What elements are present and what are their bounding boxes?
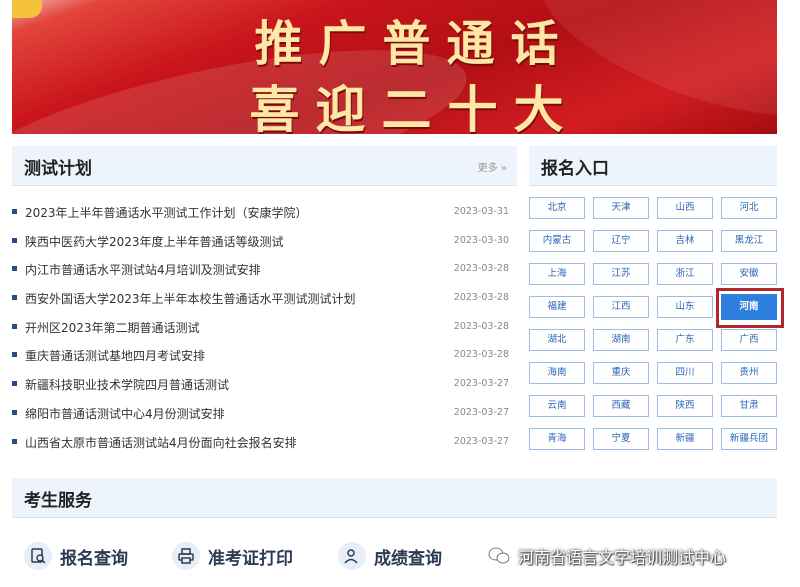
news-date: 2023-03-27 (453, 435, 509, 447)
news-date: 2023-03-28 (453, 349, 509, 361)
news-date: 2023-03-27 (453, 406, 509, 418)
province-button[interactable]: 江苏 (593, 263, 649, 285)
news-item[interactable]: 开州区2023年第二期普通话测试 2023-03-28 (12, 313, 517, 342)
province-button[interactable]: 甘肃 (721, 395, 777, 417)
province-button[interactable]: 广西 (721, 329, 777, 351)
province-button[interactable]: 北京 (529, 197, 585, 219)
bullet-icon (12, 237, 17, 243)
news-date: 2023-03-31 (453, 206, 509, 217)
province-button[interactable]: 辽宁 (593, 230, 649, 252)
province-button[interactable]: 重庆 (593, 362, 649, 384)
bullet-icon (12, 323, 17, 329)
service-label: 准考证打印 (208, 548, 293, 569)
bullet-icon (12, 266, 17, 272)
province-button[interactable]: 湖北 (529, 329, 585, 351)
test-plan-header: 测试计划 更多 » (12, 146, 517, 186)
news-item[interactable]: 2023年上半年普通话水平测试工作计划（安康学院） 2023-03-31 (12, 198, 517, 227)
news-title[interactable]: 重庆普通话测试基地四月考试安排 (25, 347, 445, 364)
province-button[interactable]: 福建 (529, 296, 585, 318)
news-item[interactable]: 陕西中医药大学2023年度上半年普通话等级测试 2023-03-30 (12, 227, 517, 256)
province-button[interactable]: 新疆 (657, 428, 713, 450)
service-label: 报名查询 (60, 548, 128, 569)
province-button[interactable]: 黑龙江 (721, 230, 777, 252)
score-query-button[interactable]: 成绩查询 (338, 540, 442, 572)
news-item[interactable]: 重庆普通话测试基地四月考试安排 2023-03-28 (12, 341, 517, 370)
news-title[interactable]: 西安外国语大学2023年上半年本校生普通话水平测试测试计划 (25, 290, 445, 307)
news-title[interactable]: 开州区2023年第二期普通话测试 (25, 319, 445, 336)
news-date: 2023-03-30 (453, 234, 509, 246)
province-button[interactable]: 新疆兵团 (721, 428, 777, 450)
news-title[interactable]: 新疆科技职业技术学院四月普通话测试 (25, 376, 445, 393)
province-button[interactable]: 贵州 (721, 362, 777, 384)
more-link[interactable]: 更多 » (478, 159, 507, 174)
news-item[interactable]: 山西省太原市普通话测试站4月份面向社会报名安排 2023-03-27 (12, 428, 517, 457)
province-button[interactable]: 广东 (657, 329, 713, 351)
province-button[interactable]: 湖南 (593, 329, 649, 351)
news-item[interactable]: 西安外国语大学2023年上半年本校生普通话水平测试测试计划 2023-03-28 (12, 284, 517, 313)
services-title: 考生服务 (24, 491, 92, 511)
watermark-text: 河南省语言文字培训测试中心 (518, 548, 727, 567)
services-header: 考生服务 (12, 478, 777, 518)
news-title[interactable]: 内江市普通话水平测试站4月培训及测试安排 (25, 261, 445, 278)
wechat-icon (488, 547, 510, 564)
banner-slogan-line1: 推广普通话 (254, 16, 575, 72)
province-button[interactable]: 山东 (657, 296, 713, 318)
bullet-icon (12, 381, 17, 387)
province-button[interactable]: 山西 (657, 197, 713, 219)
province-button[interactable]: 吉林 (657, 230, 713, 252)
test-plan-title: 测试计划 (24, 159, 92, 179)
banner: 推广普通话 喜迎二十大 (12, 0, 777, 134)
news-item[interactable]: 新疆科技职业技术学院四月普通话测试 2023-03-27 (12, 370, 517, 399)
bullet-icon (12, 352, 17, 358)
bullet-icon (12, 209, 17, 214)
province-button[interactable]: 云南 (529, 395, 585, 417)
province-button[interactable]: 宁夏 (593, 428, 649, 450)
user-search-icon (338, 542, 366, 570)
province-button[interactable]: 陕西 (657, 395, 713, 417)
wechat-watermark: 河南省语言文字培训测试中心 (488, 544, 726, 568)
province-button[interactable]: 上海 (529, 263, 585, 285)
bullet-icon (12, 409, 17, 415)
banner-slogan-line2: 喜迎二十大 (249, 80, 580, 134)
search-doc-icon (24, 542, 52, 570)
news-title[interactable]: 山西省太原市普通话测试站4月份面向社会报名安排 (25, 434, 445, 451)
registration-query-button[interactable]: 报名查询 (24, 540, 128, 572)
province-button[interactable]: 河北 (721, 197, 777, 219)
province-button[interactable]: 江西 (593, 296, 649, 318)
news-title[interactable]: 2023年上半年普通话水平测试工作计划（安康学院） (25, 204, 445, 221)
province-button[interactable]: 青海 (529, 428, 585, 450)
province-button[interactable]: 四川 (657, 362, 713, 384)
news-item[interactable]: 内江市普通话水平测试站4月培训及测试安排 2023-03-28 (12, 255, 517, 284)
province-button[interactable]: 安徽 (721, 263, 777, 285)
registration-header: 报名入口 (529, 146, 777, 186)
province-button[interactable]: 西藏 (593, 395, 649, 417)
news-date: 2023-03-28 (453, 292, 509, 304)
news-date: 2023-03-28 (453, 320, 509, 332)
news-title[interactable]: 陕西中医药大学2023年度上半年普通话等级测试 (25, 233, 445, 250)
province-button[interactable]: 内蒙古 (529, 230, 585, 252)
bullet-icon (12, 295, 17, 301)
news-title[interactable]: 绵阳市普通话测试中心4月份测试安排 (25, 405, 445, 422)
bullet-icon (12, 438, 17, 444)
news-date: 2023-03-28 (453, 263, 509, 275)
test-plan-list: 2023年上半年普通话水平测试工作计划（安康学院） 2023-03-31 陕西中医药… (12, 198, 517, 456)
news-date: 2023-03-27 (453, 378, 509, 390)
service-label: 成绩查询 (374, 548, 442, 569)
print-icon (172, 542, 200, 570)
news-item[interactable]: 绵阳市普通话测试中心4月份测试安排 2023-03-27 (12, 399, 517, 428)
province-button[interactable]: 海南 (529, 362, 585, 384)
selection-highlight (716, 288, 784, 328)
province-button[interactable]: 天津 (593, 197, 649, 219)
registration-title: 报名入口 (541, 159, 609, 179)
province-button[interactable]: 浙江 (657, 263, 713, 285)
admission-ticket-print-button[interactable]: 准考证打印 (172, 540, 293, 572)
